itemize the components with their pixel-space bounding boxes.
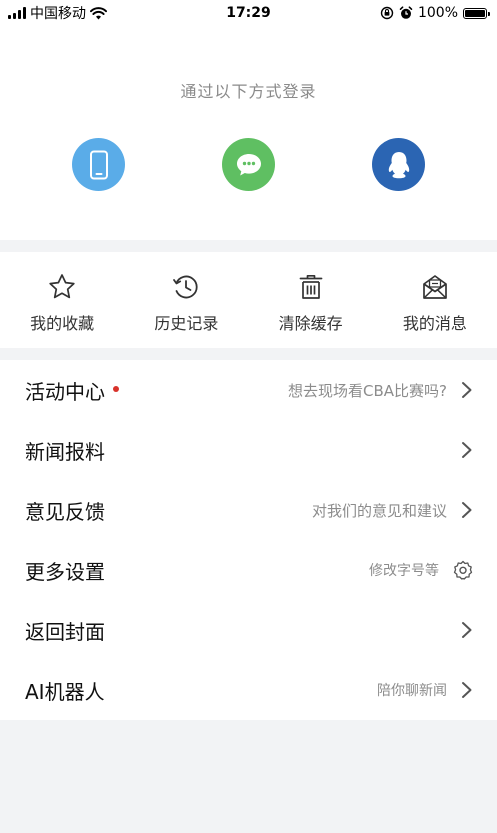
favorites-label: 我的收藏 <box>30 314 95 333</box>
mail-icon <box>423 275 447 299</box>
menu-item-label: 新闻报料 <box>25 439 105 464</box>
settings-menu: 活动中心 想去现场看CBA比赛吗? 新闻报料 意见反馈 对我们的意见和建议 更多… <box>0 360 497 720</box>
messages-button[interactable]: 我的消息 <box>373 252 497 348</box>
menu-item-right: 想去现场看CBA比赛吗? <box>288 380 473 401</box>
messages-label: 我的消息 <box>402 314 467 333</box>
menu-item-hint: 修改字号等 <box>369 563 439 579</box>
menu-item-hint: 想去现场看CBA比赛吗? <box>288 381 447 400</box>
history-button[interactable]: 历史记录 <box>124 252 248 348</box>
status-left: 中国移动 <box>8 3 107 23</box>
trash-icon <box>299 274 323 299</box>
chevron-right-icon <box>462 682 472 698</box>
battery-icon <box>463 7 490 19</box>
quick-actions: 我的收藏 历史记录 清除缓存 我的消息 <box>0 252 497 348</box>
menu-item-hint: 对我们的意见和建议 <box>311 501 447 520</box>
menu-item-label: 更多设置 <box>25 559 105 584</box>
battery-percent: 100% <box>417 5 458 21</box>
menu-item-label: 活动中心 <box>25 379 105 404</box>
signal-icon <box>8 7 26 19</box>
alarm-icon <box>399 6 413 19</box>
status-right: 100% <box>380 5 490 21</box>
phone-icon <box>89 150 108 179</box>
menu-item-back-to-cover[interactable]: 返回封面 <box>0 600 497 660</box>
chevron-right-icon <box>462 442 472 458</box>
menu-item-feedback[interactable]: 意见反馈 对我们的意见和建议 <box>0 480 497 540</box>
status-bar: 中国移动 17:29 100% <box>0 0 497 26</box>
battery-level <box>465 9 485 17</box>
favorites-button[interactable]: 我的收藏 <box>0 252 124 348</box>
login-section: 通过以下方式登录 <box>0 26 497 240</box>
chevron-right-icon <box>462 382 472 398</box>
wechat-login-button[interactable] <box>222 138 275 191</box>
star-icon <box>49 274 75 299</box>
history-label: 历史记录 <box>154 314 219 333</box>
menu-item-right <box>461 441 473 459</box>
qq-icon <box>388 151 409 178</box>
menu-item-label: 返回封面 <box>25 619 105 644</box>
profile-page: 中国移动 17:29 100% 通过以下方式登录 我的收藏 历史记录 清除缓存 … <box>0 0 497 833</box>
qq-login-button[interactable] <box>372 138 425 191</box>
wifi-icon <box>90 6 107 19</box>
menu-item-activity-center[interactable]: 活动中心 想去现场看CBA比赛吗? <box>0 360 497 420</box>
menu-item-ai-robot[interactable]: AI机器人 陪你聊新闻 <box>0 660 497 720</box>
menu-item-right <box>461 621 473 639</box>
menu-item-news-tips[interactable]: 新闻报料 <box>0 420 497 480</box>
chevron-right-icon <box>462 622 472 638</box>
menu-item-label: AI机器人 <box>25 679 105 704</box>
history-icon <box>173 275 198 299</box>
menu-item-right: 修改字号等 <box>369 560 473 580</box>
login-title: 通过以下方式登录 <box>180 82 317 101</box>
phone-login-button[interactable] <box>72 138 125 191</box>
menu-item-label: 意见反馈 <box>25 499 105 524</box>
wechat-icon <box>236 153 261 175</box>
menu-item-more-settings[interactable]: 更多设置 修改字号等 <box>0 540 497 600</box>
notification-dot <box>113 386 119 392</box>
gear-icon <box>453 560 473 580</box>
clear-cache-label: 清除缓存 <box>278 314 343 333</box>
carrier-name: 中国移动 <box>30 6 86 22</box>
menu-item-hint: 陪你聊新闻 <box>377 683 447 699</box>
menu-item-right: 陪你聊新闻 <box>377 680 473 700</box>
chevron-right-icon <box>462 502 472 518</box>
menu-item-right: 对我们的意见和建议 <box>312 500 473 521</box>
clear-cache-button[interactable]: 清除缓存 <box>249 252 373 348</box>
orientation-lock-icon <box>380 6 394 20</box>
